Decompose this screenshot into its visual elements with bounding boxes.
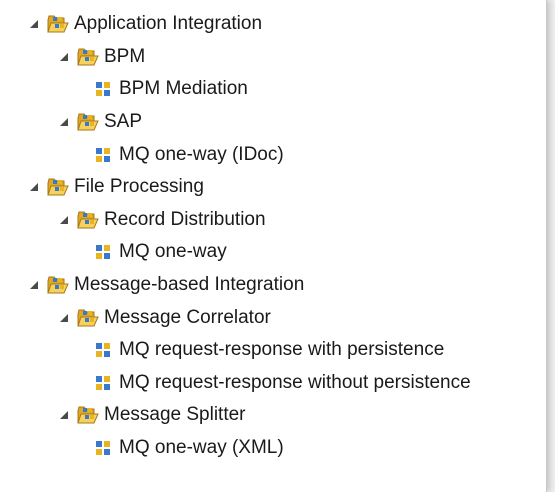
open-folder-pattern-icon xyxy=(47,274,69,296)
tree-node-record-distribution[interactable]: Record Distribution xyxy=(0,204,546,237)
expanded-triangle-icon[interactable] xyxy=(58,214,70,226)
open-folder-pattern-icon xyxy=(77,111,99,133)
pattern-grid-icon xyxy=(92,144,114,166)
pattern-grid-icon xyxy=(92,372,114,394)
pattern-tree-panel: Application Integration BPM BPM Mediatio… xyxy=(0,0,547,492)
tree-node-label: File Processing xyxy=(74,176,204,198)
pattern-grid-icon xyxy=(92,78,114,100)
expanded-triangle-icon[interactable] xyxy=(28,18,40,30)
open-folder-pattern-icon xyxy=(77,404,99,426)
tree-node-message-correlator[interactable]: Message Correlator xyxy=(0,301,546,334)
pattern-grid-icon xyxy=(92,437,114,459)
tree-node-label: BPM xyxy=(104,45,146,67)
tree-node-mq-one-way[interactable]: MQ one-way xyxy=(0,236,546,269)
tree-node-label: BPM Mediation xyxy=(119,78,248,100)
open-folder-pattern-icon xyxy=(47,13,69,35)
tree-node-label: SAP xyxy=(104,111,143,133)
tree-node-label: Message-based Integration xyxy=(74,274,305,296)
expanded-triangle-icon[interactable] xyxy=(58,409,70,421)
tree-node-label: MQ request-response with persistence xyxy=(119,339,445,361)
tree-node-label: Message Splitter xyxy=(104,404,246,426)
expanded-triangle-icon[interactable] xyxy=(58,51,70,63)
expanded-triangle-icon[interactable] xyxy=(28,279,40,291)
open-folder-pattern-icon xyxy=(47,176,69,198)
open-folder-pattern-icon xyxy=(77,209,99,231)
tree-node-bpm-mediation[interactable]: BPM Mediation xyxy=(0,73,546,106)
tree-node-mq-one-way-idoc[interactable]: MQ one-way (IDoc) xyxy=(0,138,546,171)
tree-node-label: MQ one-way (XML) xyxy=(119,437,284,459)
expanded-triangle-icon[interactable] xyxy=(58,312,70,324)
tree-node-label: MQ one-way (IDoc) xyxy=(119,143,284,165)
tree-node-label: MQ one-way xyxy=(119,241,227,263)
tree-node-bpm[interactable]: BPM xyxy=(0,41,546,74)
tree-node-mq-request-response-with-persistence[interactable]: MQ request-response with persistence xyxy=(0,334,546,367)
tree-node-mq-request-response-without-persistence[interactable]: MQ request-response without persistence xyxy=(0,367,546,400)
tree-node-mq-one-way-xml[interactable]: MQ one-way (XML) xyxy=(0,432,546,465)
tree-node-label: Message Correlator xyxy=(104,306,271,328)
expanded-triangle-icon[interactable] xyxy=(28,181,40,193)
pattern-tree: Application Integration BPM BPM Mediatio… xyxy=(0,0,546,464)
tree-node-sap[interactable]: SAP xyxy=(0,106,546,139)
tree-node-application-integration[interactable]: Application Integration xyxy=(0,8,546,41)
tree-node-message-splitter[interactable]: Message Splitter xyxy=(0,399,546,432)
expanded-triangle-icon[interactable] xyxy=(58,116,70,128)
tree-node-message-based-integration[interactable]: Message-based Integration xyxy=(0,269,546,302)
tree-node-label: Application Integration xyxy=(74,13,263,35)
pattern-grid-icon xyxy=(92,241,114,263)
pattern-grid-icon xyxy=(92,339,114,361)
open-folder-pattern-icon xyxy=(77,307,99,329)
tree-node-file-processing[interactable]: File Processing xyxy=(0,171,546,204)
open-folder-pattern-icon xyxy=(77,46,99,68)
tree-node-label: MQ request-response without persistence xyxy=(119,371,471,393)
tree-node-label: Record Distribution xyxy=(104,208,266,230)
